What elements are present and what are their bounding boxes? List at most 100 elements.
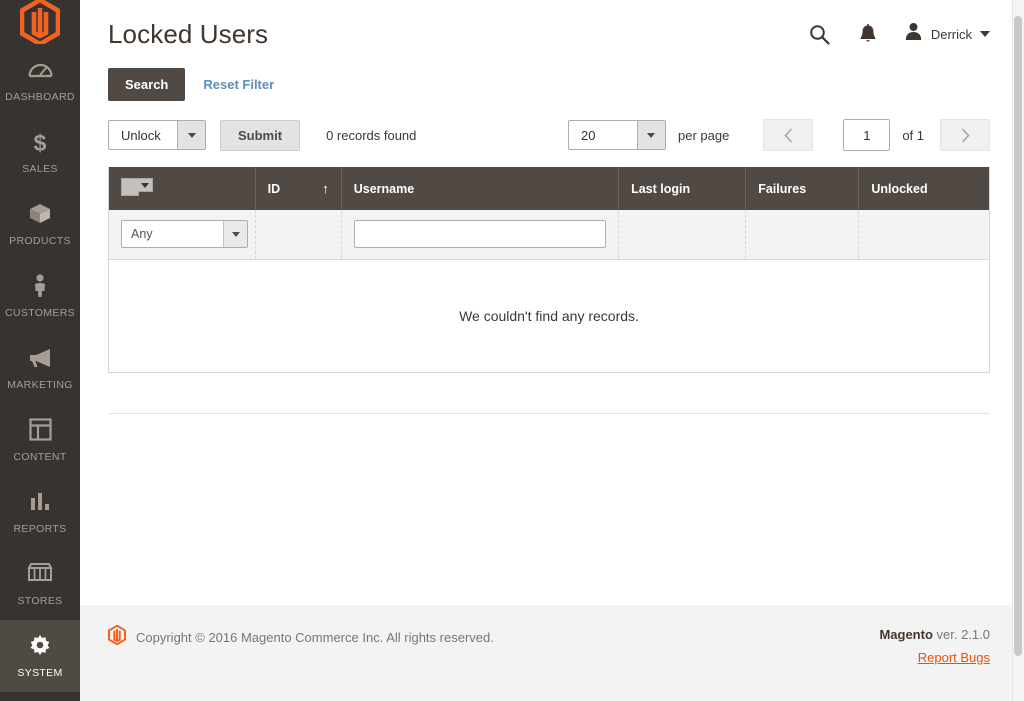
filter-cell-massaction: Any (109, 210, 256, 260)
bar-chart-icon (2, 490, 78, 516)
magento-logo[interactable] (0, 0, 80, 44)
grid-header-row: ID ↑ Username Last login Failures Unlock… (109, 167, 989, 210)
grid-table: ID ↑ Username Last login Failures Unlock… (109, 167, 989, 372)
sidebar-item-dashboard[interactable]: DASHBOARD (0, 44, 80, 116)
sidebar-item-label: SALES (22, 163, 58, 175)
user-avatar-icon (904, 22, 923, 46)
sidebar-item-stores[interactable]: STORES (0, 548, 80, 620)
sidebar-item-label: CONTENT (13, 451, 67, 463)
chevron-down-icon (980, 31, 990, 37)
magento-footer-logo-icon (108, 624, 126, 650)
chevron-down-icon (223, 221, 247, 248)
empty-state-message: We couldn't find any records. (109, 259, 989, 372)
grid-empty-row: We couldn't find any records. (109, 259, 989, 372)
column-header-failures[interactable]: Failures (745, 167, 860, 210)
search-icon[interactable] (796, 14, 844, 54)
select-all-dropdown-icon[interactable] (138, 178, 153, 192)
sort-ascending-icon: ↑ (322, 181, 329, 196)
filter-cell-last-login (618, 210, 747, 260)
column-header-label: Unlocked (871, 181, 928, 196)
copyright-text: Copyright © 2016 Magento Commerce Inc. A… (136, 630, 494, 645)
per-page-value: 20 (580, 127, 596, 143)
sidebar-item-label: DASHBOARD (5, 91, 75, 103)
page-footer: Copyright © 2016 Magento Commerce Inc. A… (80, 605, 1024, 701)
chevron-down-icon (177, 121, 205, 149)
page-number-input[interactable] (843, 119, 891, 151)
submit-button[interactable]: Submit (220, 119, 301, 151)
column-header-id[interactable]: ID ↑ (255, 167, 342, 210)
layout-icon (2, 418, 78, 444)
user-name: Derrick (930, 26, 972, 42)
page-content: Search Reset Filter Unlock Submit 0 reco… (80, 68, 1024, 605)
chevron-down-icon (636, 121, 665, 149)
sidebar-item-label: PRODUCTS (9, 235, 71, 247)
content-footer-divider (108, 412, 990, 414)
grid-filter-row: Any (109, 210, 989, 260)
sidebar-item-marketing[interactable]: MARKETING (0, 332, 80, 404)
sidebar-item-label: SYSTEM (17, 667, 63, 679)
dashboard-icon (2, 58, 78, 84)
filter-cell-username (341, 210, 620, 260)
page-scrollbar[interactable] (1012, 0, 1024, 701)
admin-page: DASHBOARD $ SALES PRODUCTS CUSTOMERS MAR… (0, 0, 1024, 701)
column-header-username[interactable]: Username (341, 167, 620, 210)
header-actions: Derrick (796, 14, 990, 54)
username-filter-input[interactable] (353, 220, 607, 249)
massaction-filter-value: Any (131, 227, 153, 242)
person-icon (2, 274, 78, 300)
main-column: Locked Users Derrick Search Reset Filter… (80, 0, 1024, 701)
per-page-label: per page (677, 127, 730, 143)
version-line: Magento ver. 2.1.0 (879, 625, 990, 645)
per-page-select[interactable]: 20 (567, 120, 666, 150)
storefront-icon (2, 562, 78, 588)
select-all-checkbox[interactable] (121, 178, 139, 196)
search-button[interactable]: Search (108, 68, 186, 101)
sidebar-item-system[interactable]: SYSTEM (0, 620, 80, 692)
version-text: ver. 2.1.0 (932, 627, 990, 642)
page-title: Locked Users (108, 18, 269, 49)
user-menu[interactable]: Derrick (892, 22, 990, 46)
next-page-button[interactable] (940, 119, 990, 151)
sidebar-item-customers[interactable]: CUSTOMERS (0, 260, 80, 332)
previous-page-button[interactable] (763, 119, 814, 151)
reset-filter-link[interactable]: Reset Filter (203, 77, 274, 92)
chevron-left-icon (784, 127, 792, 143)
page-scrollbar-thumb[interactable] (1014, 16, 1022, 656)
column-header-label: Last login (631, 181, 691, 196)
grid-actions-row: Search Reset Filter (108, 68, 990, 101)
version-brand: Magento (879, 627, 933, 642)
records-found-text: 0 records found (326, 127, 417, 143)
sidebar-item-reports[interactable]: REPORTS (0, 476, 80, 548)
admin-sidebar: DASHBOARD $ SALES PRODUCTS CUSTOMERS MAR… (0, 0, 80, 701)
massaction-select-value: Unlock (121, 127, 161, 143)
column-header-unlocked[interactable]: Unlocked (858, 167, 989, 210)
filter-cell-failures (745, 210, 860, 260)
massaction-select[interactable]: Unlock (108, 120, 206, 150)
sidebar-item-label: MARKETING (7, 379, 73, 391)
bell-icon[interactable] (844, 14, 892, 54)
column-header-label: ID (267, 181, 281, 196)
sidebar-item-label: CUSTOMERS (4, 307, 76, 319)
column-header-last-login[interactable]: Last login (618, 167, 747, 210)
sidebar-item-products[interactable]: PRODUCTS (0, 188, 80, 260)
sidebar-item-sales[interactable]: $ SALES (0, 116, 80, 188)
page-header: Locked Users Derrick (80, 0, 1024, 68)
report-bugs-link[interactable]: Report Bugs (918, 648, 990, 668)
filter-cell-id (255, 210, 342, 260)
column-header-label: Username (353, 181, 415, 196)
pagination: 20 per page of 1 (567, 119, 990, 151)
magento-logo-icon (20, 0, 60, 44)
massaction-filter-select[interactable]: Any (121, 220, 248, 249)
sidebar-item-find-partners[interactable]: FIND PARTNERS & EXTENSIONS (0, 692, 80, 701)
column-header-massaction[interactable] (109, 167, 256, 210)
gear-icon (2, 634, 78, 660)
dollar-icon: $ (33, 130, 47, 156)
sidebar-item-label: STORES (17, 595, 63, 607)
sidebar-item-label: REPORTS (13, 523, 67, 535)
filter-cell-unlocked (858, 210, 989, 260)
megaphone-icon (2, 346, 78, 372)
sidebar-item-content[interactable]: CONTENT (0, 404, 80, 476)
locked-users-grid: ID ↑ Username Last login Failures Unlock… (108, 167, 990, 373)
column-header-label: Failures (758, 181, 807, 196)
select-all-checkbox-dropdown[interactable] (121, 178, 153, 196)
